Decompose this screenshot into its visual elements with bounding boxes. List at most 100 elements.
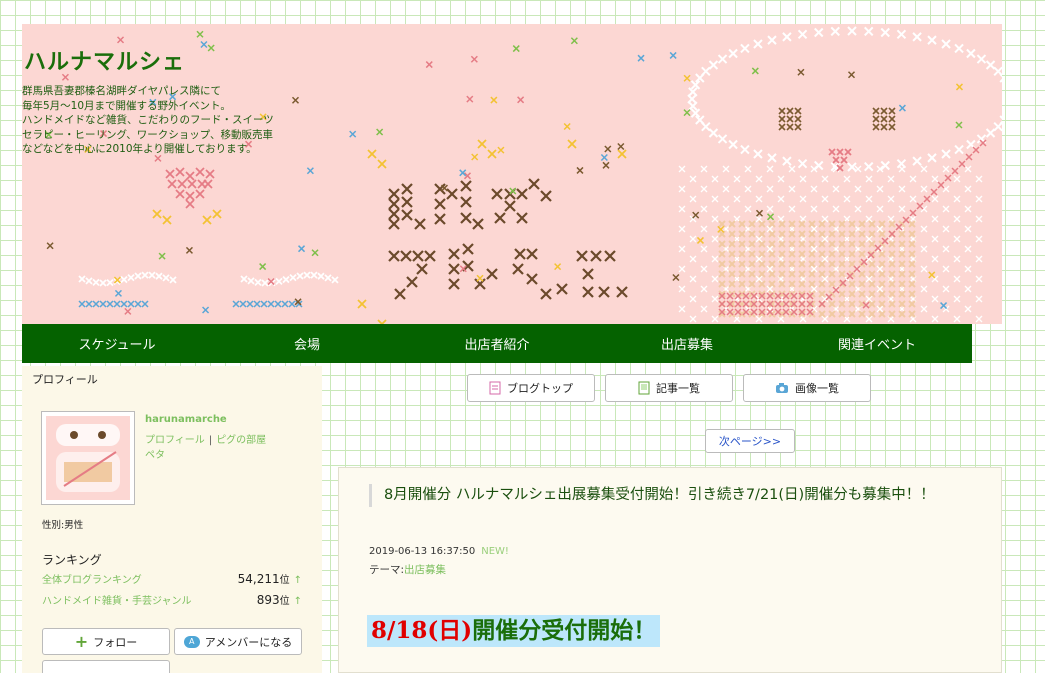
cross-stitch <box>838 290 846 298</box>
cross-stitch <box>311 249 319 257</box>
theme-link[interactable]: 出店募集 <box>404 564 446 576</box>
cross-stitch <box>931 255 939 263</box>
cross-stitch <box>828 280 836 288</box>
nav-item-recruit[interactable]: 出店募集 <box>592 324 782 363</box>
cross-stitch <box>799 175 807 183</box>
cross-stitch <box>953 275 961 283</box>
cross-stitch <box>497 146 505 154</box>
cross-stitch <box>728 139 738 150</box>
next-page-button[interactable]: 次ページ>> <box>705 429 795 453</box>
cross-stitch <box>711 215 719 223</box>
cross-stitch <box>567 139 577 149</box>
cross-stitch <box>766 165 774 173</box>
cross-stitch <box>678 225 686 233</box>
cross-stitch <box>975 275 983 283</box>
cross-stitch <box>798 260 806 268</box>
cross-stitch <box>748 240 756 248</box>
cross-stitch <box>425 61 433 69</box>
cross-stitch <box>975 215 983 223</box>
cross-stitch <box>778 107 786 115</box>
cross-stitch <box>748 260 756 268</box>
cross-stitch <box>846 272 854 280</box>
cross-stitch <box>540 190 552 202</box>
ranking-label[interactable]: ハンドメイド雑貨・手芸ジャンル <box>42 592 192 607</box>
cross-stitch <box>964 305 972 313</box>
blog-top-button[interactable]: ブログトップ <box>467 374 595 402</box>
profile-link[interactable]: プロフィール <box>145 435 205 446</box>
site-title[interactable]: ハルナマルシェ <box>24 44 185 76</box>
cross-stitch <box>908 250 916 258</box>
cross-stitch <box>590 250 602 262</box>
nav-item-venue[interactable]: 会場 <box>212 324 402 363</box>
cross-stitch <box>778 230 786 238</box>
profile-username[interactable]: harunamarche <box>145 414 227 425</box>
cross-stitch <box>797 29 808 40</box>
amember-button[interactable]: A アメンバーになる <box>174 628 302 655</box>
nav-item-exhibitors[interactable]: 出店者紹介 <box>402 324 592 363</box>
cross-stitch <box>162 274 170 282</box>
cross-stitch <box>888 107 896 115</box>
cross-stitch <box>205 169 215 179</box>
cross-stitch <box>880 115 888 123</box>
cross-stitch <box>207 44 215 52</box>
cross-stitch <box>275 277 283 286</box>
cross-stitch <box>881 237 889 245</box>
sidebar: プロフィール harunamarche プロフィール | ピグの部屋 ペタ 性別:男… <box>22 366 322 673</box>
cross-stitch <box>908 220 916 228</box>
cross-stitch <box>512 45 520 53</box>
cross-stitch <box>880 27 890 38</box>
cross-stitch <box>689 255 697 263</box>
cross-stitch <box>920 185 928 193</box>
amember-icon: A <box>183 635 200 648</box>
more-button[interactable] <box>42 660 170 673</box>
cross-stitch <box>888 123 896 131</box>
ranking-label[interactable]: 全体ブログランキング <box>42 571 142 586</box>
cross-stitch <box>120 275 128 284</box>
cross-stitch <box>888 260 896 268</box>
cross-stitch <box>167 179 177 189</box>
cross-stitch <box>717 134 728 144</box>
cross-stitch <box>474 278 486 290</box>
entry-list-button[interactable]: 記事一覧 <box>605 374 733 402</box>
cross-stitch <box>303 271 311 279</box>
cross-stitch <box>766 292 774 300</box>
cross-stitch <box>931 175 939 183</box>
image-list-button[interactable]: 画像一覧 <box>743 374 871 402</box>
article-title[interactable]: 8月開催分 ハルナマルシェ出展募集受付開始！引き続き7/21(日)開催分も募集中… <box>369 484 949 507</box>
cross-stitch <box>786 123 794 131</box>
cross-stitch <box>777 175 785 183</box>
cross-stitch <box>755 195 763 203</box>
avatar[interactable] <box>41 411 135 505</box>
description-line: セラピー・ヒーリング、ワークショップ、移動販売車 <box>22 128 273 141</box>
cross-stitch <box>916 202 924 210</box>
cross-stitch <box>733 175 741 183</box>
pigg-room-link[interactable]: ピグの部屋 <box>216 435 266 446</box>
cross-stitch <box>778 123 786 131</box>
cross-stitch <box>434 213 446 225</box>
cross-stitch <box>526 273 538 285</box>
cross-stitch <box>778 250 786 258</box>
cross-stitch <box>604 250 616 262</box>
cross-stitch <box>767 153 777 163</box>
nav-item-related-events[interactable]: 関連イベント <box>782 324 972 363</box>
cross-stitch <box>920 225 928 233</box>
ranking-row: 全体ブログランキング 54,211位 ↑ <box>42 571 302 586</box>
cross-stitch <box>858 280 866 288</box>
cross-stitch <box>602 161 610 169</box>
cross-stitch <box>942 205 950 213</box>
cross-stitch <box>942 245 950 253</box>
cross-stitch <box>734 300 742 308</box>
nav-item-schedule[interactable]: スケジュール <box>22 324 212 363</box>
cross-stitch <box>838 240 846 248</box>
owl-avatar-icon <box>56 424 120 492</box>
cross-stitch <box>711 195 719 203</box>
peta-link[interactable]: ペタ <box>145 448 266 463</box>
cross-stitch <box>941 39 951 49</box>
cross-stitch <box>942 225 950 233</box>
cross-stitch <box>888 115 896 123</box>
cross-stitch <box>582 268 594 280</box>
cross-stitch <box>254 278 262 287</box>
follow-button[interactable]: + フォロー <box>42 628 170 655</box>
cross-stitch <box>683 74 691 82</box>
cross-stitch <box>728 270 736 278</box>
